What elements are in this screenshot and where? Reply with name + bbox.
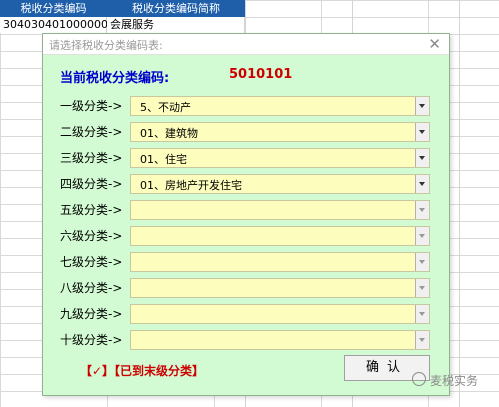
watermark-text: 麦税实务 [430,374,479,388]
level-7-label: 七级分类-> [60,255,123,269]
level-10-label: 十级分类-> [60,333,123,347]
chevron-down-icon[interactable] [415,175,429,193]
chevron-down-icon[interactable] [415,279,429,297]
status-message: 【✓】【已到末级分类】 [80,364,205,378]
level-8-label: 八级分类-> [60,281,123,295]
level-7-select[interactable] [130,252,430,272]
level-5-select[interactable] [130,200,430,220]
level-2-value: 01、建筑物 [140,127,198,140]
chevron-down-icon[interactable] [415,201,429,219]
level-1-label: 一级分类-> [60,99,123,113]
level-10-select[interactable] [130,330,430,350]
current-code-value: 5010101 [229,67,293,82]
level-3-label: 三级分类-> [60,151,123,165]
watermark-logo-icon [412,372,426,386]
cell-tax-code[interactable]: 3040304010000000000 [0,17,136,33]
level-5-label: 五级分类-> [60,203,123,217]
dialog-title: 请选择税收分类编码表: [49,39,163,52]
level-4-value: 01、房地产开发住宅 [140,179,242,192]
level-9-label: 九级分类-> [60,307,123,321]
cell-tax-code-short[interactable]: 会展服务 [107,17,245,33]
level-6-select[interactable] [130,226,430,246]
column-header-tax-code[interactable]: 税收分类编码 [0,0,108,17]
level-2-select[interactable]: 01、建筑物 [130,122,430,142]
column-header-tax-code-short[interactable]: 税收分类编码简称 [107,0,246,17]
grid-line [459,0,460,407]
chevron-down-icon[interactable] [415,149,429,167]
current-code-label: 当前税收分类编码: [60,71,170,86]
chevron-down-icon[interactable] [415,123,429,141]
level-3-value: 01、住宅 [140,153,187,166]
level-1-select[interactable]: 5、不动产 [130,96,430,116]
tax-code-dialog: 请选择税收分类编码表: ✕ 当前税收分类编码: 5010101 一级分类-> 5… [42,33,450,396]
level-6-label: 六级分类-> [60,229,123,243]
level-9-select[interactable] [130,304,430,324]
level-1-value: 5、不动产 [140,101,191,114]
chevron-down-icon[interactable] [415,253,429,271]
level-4-select[interactable]: 01、房地产开发住宅 [130,174,430,194]
close-icon[interactable]: ✕ [428,35,441,53]
level-4-label: 四级分类-> [60,177,123,191]
chevron-down-icon[interactable] [415,331,429,349]
level-8-select[interactable] [130,278,430,298]
level-2-label: 二级分类-> [60,125,123,139]
chevron-down-icon[interactable] [415,97,429,115]
chevron-down-icon[interactable] [415,305,429,323]
dialog-titlebar: 请选择税收分类编码表: ✕ [43,34,449,55]
chevron-down-icon[interactable] [415,227,429,245]
level-3-select[interactable]: 01、住宅 [130,148,430,168]
